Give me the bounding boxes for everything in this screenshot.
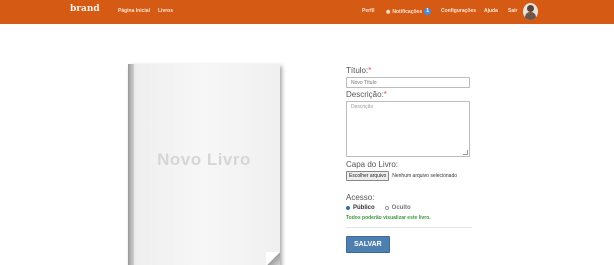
nav-link-logout[interactable]: Sair	[508, 8, 517, 14]
title-label: Título:*	[346, 66, 372, 75]
radio-hidden-label[interactable]: Oculto	[392, 205, 411, 211]
bell-icon: ◉	[386, 8, 391, 15]
nav-link-settings[interactable]: Configurações	[441, 8, 476, 14]
nav-link-help[interactable]: Ajuda	[484, 8, 498, 14]
avatar-body	[525, 12, 536, 20]
cover-label: Capa do Livro:	[346, 160, 399, 169]
description-textarea[interactable]: Descrição	[346, 101, 470, 157]
book-cover-preview: Novo Livro	[128, 64, 280, 265]
access-help-text: Todos poderão visualizar este livro.	[346, 215, 431, 221]
radio-public-label[interactable]: Público	[353, 205, 375, 211]
new-book-form: Título:* Descrição:* Descrição Capa do L…	[346, 66, 476, 253]
page-curl-icon	[266, 252, 280, 265]
nav-link-profile[interactable]: Perfil	[362, 8, 375, 14]
access-radio-group: Público Oculto	[346, 205, 476, 211]
radio-hidden[interactable]	[384, 206, 389, 210]
avatar[interactable]	[523, 3, 538, 20]
description-label: Descrição:*	[346, 90, 387, 99]
notifications-badge: 1	[424, 8, 432, 15]
access-label: Acesso:	[346, 193, 375, 202]
description-placeholder: Descrição	[351, 104, 374, 110]
title-input[interactable]	[346, 77, 470, 88]
nav-link-home[interactable]: Página Inicial	[118, 8, 150, 14]
save-button[interactable]: SALVAR	[346, 236, 390, 253]
nav-link-notifications[interactable]: ◉ Notificações 1	[386, 8, 432, 15]
notifications-label: Notificações	[392, 8, 423, 15]
brand-logo[interactable]: brand	[70, 4, 100, 14]
file-picker: Escolher arquivo Nenhum arquivo selecion…	[346, 171, 476, 181]
radio-public[interactable]	[346, 206, 350, 210]
nav-link-books[interactable]: Livros	[158, 8, 173, 14]
resize-grip-icon[interactable]	[463, 150, 468, 155]
avatar-head	[527, 5, 534, 12]
divider	[346, 227, 472, 228]
top-navbar: brand Página Inicial Livros Perfil ◉ Noti…	[0, 0, 614, 24]
file-status: Nenhum arquivo selecionado	[392, 173, 458, 179]
choose-file-button[interactable]: Escolher arquivo	[346, 171, 390, 181]
book-cover-title: Novo Livro	[157, 150, 251, 169]
